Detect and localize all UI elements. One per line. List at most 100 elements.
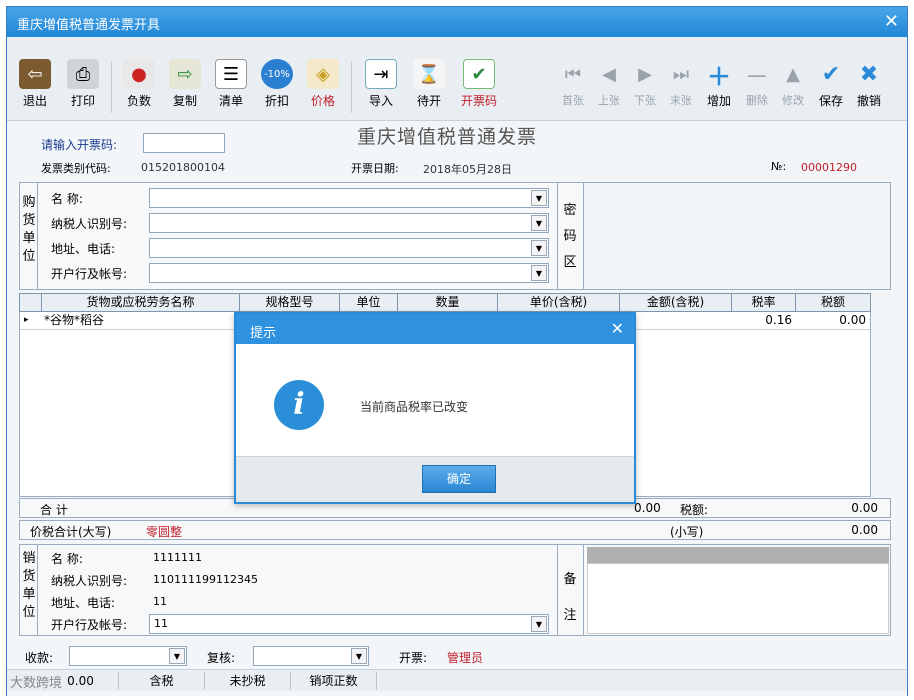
modify-button[interactable]: ▲ 修改: [773, 59, 813, 108]
payee-label: 收款:: [25, 651, 54, 665]
prev-page-icon: ◀: [602, 63, 616, 85]
next-page-icon: ▶: [638, 63, 652, 85]
invoice-heading: 重庆增值税普通发票: [357, 126, 538, 148]
qr-code-icon: ✔: [463, 59, 495, 89]
note-field[interactable]: [587, 563, 889, 634]
buyer-name-field[interactable]: ▼: [149, 188, 549, 208]
issue-code-button[interactable]: ✔ 开票码: [455, 59, 503, 109]
exit-button[interactable]: ⇦ 退出: [15, 59, 55, 109]
payee-select[interactable]: ▼: [69, 646, 187, 666]
dialog-title: 提示: [250, 326, 277, 341]
password-area-label: 密码区: [563, 203, 577, 270]
add-button[interactable]: ＋ 增加: [699, 59, 739, 109]
buyer-taxid-field[interactable]: ▼: [149, 213, 549, 233]
chevron-down-icon: ▼: [531, 215, 547, 231]
print-button[interactable]: ⎙ 打印: [63, 59, 103, 109]
seller-addr-value: 11: [153, 595, 167, 608]
close-icon[interactable]: ✕: [611, 319, 624, 338]
window-title: 重庆增值税普通发票开具: [17, 18, 161, 33]
copy-button[interactable]: ⇨ 复制: [165, 59, 205, 109]
triangle-icon: ▲: [786, 63, 800, 85]
date-value: 2018年05月28日: [423, 163, 512, 176]
pending-button[interactable]: ⌛ 待开: [409, 59, 449, 109]
info-dialog: 提示 ✕ i 当前商品税率已改变 确定: [234, 312, 636, 504]
price-tag-icon: ◈: [307, 59, 339, 89]
buyer-name-label: 名 称:: [51, 192, 83, 206]
goods-grid-header: 货物或应税劳务名称 规格型号 单位 数量 单价(含税) 金额(含税) 税率 税额: [19, 293, 871, 312]
dialog-message: 当前商品税率已改变: [360, 400, 469, 414]
discount-icon: -10%: [261, 59, 293, 89]
cross-icon: ✖: [859, 61, 879, 87]
plus-icon: ＋: [707, 62, 731, 91]
negative-invoice-icon: ●: [123, 59, 155, 89]
buyer-addr-field[interactable]: ▼: [149, 238, 549, 258]
note-header: [587, 547, 889, 563]
seller-name-label: 名 称:: [51, 552, 83, 566]
status-copy-tax: 未抄税: [205, 672, 291, 690]
seller-taxid-value: 110111199112345: [153, 573, 258, 586]
close-icon[interactable]: ✕: [884, 11, 899, 32]
import-icon: ⇥: [365, 59, 397, 89]
issue-code-input[interactable]: [143, 133, 225, 153]
type-code-label: 发票类别代码:: [41, 162, 111, 175]
door-icon: ⇦: [19, 59, 51, 89]
last-button[interactable]: ⏭ 末张: [661, 59, 701, 108]
seller-taxid-label: 纳税人识别号:: [51, 574, 128, 588]
list-icon: ☰: [215, 59, 247, 89]
seller-bank-field[interactable]: 11 ▼: [149, 614, 549, 634]
import-button[interactable]: ⇥ 导入: [361, 59, 401, 109]
note-label: 备注: [563, 572, 577, 623]
reviewer-select[interactable]: ▼: [253, 646, 369, 666]
buyer-vertical-label: 购货单位: [22, 195, 36, 264]
buyer-taxid-label: 纳税人识别号:: [51, 217, 128, 231]
no-value: 00001290: [801, 161, 857, 174]
in-words-label: 价税合计(大写): [30, 525, 112, 539]
minus-icon: －: [745, 62, 769, 91]
chevron-down-icon: ▼: [531, 616, 547, 632]
prev-button[interactable]: ◀ 上张: [589, 59, 629, 108]
info-icon: i: [274, 380, 324, 430]
chevron-down-icon: ▼: [531, 240, 547, 256]
status-bar: 0.00 含税 未抄税 销项正数: [7, 669, 907, 691]
copy-icon: ⇨: [169, 59, 201, 89]
next-button[interactable]: ▶ 下张: [625, 59, 665, 108]
title-bar: 重庆增值税普通发票开具 ✕: [7, 7, 907, 37]
ok-button[interactable]: 确定: [422, 465, 496, 493]
small-label: (小写): [670, 525, 704, 539]
list-button[interactable]: ☰ 清单: [211, 59, 251, 109]
cancel-button[interactable]: ✖ 撤销: [849, 59, 889, 109]
hourglass-icon: ⌛: [413, 59, 445, 89]
drawer-label: 开票:: [399, 651, 428, 665]
drawer-value: 管理员: [447, 651, 484, 665]
buyer-bank-label: 开户行及帐号:: [51, 267, 128, 281]
status-invoice-type: 销项正数: [291, 672, 377, 690]
chevron-down-icon: ▼: [531, 190, 547, 206]
negative-button[interactable]: ● 负数: [119, 59, 159, 109]
no-label: №:: [771, 160, 787, 173]
seller-bank-label: 开户行及帐号:: [51, 618, 128, 632]
chevron-down-icon: ▼: [531, 265, 547, 281]
first-button[interactable]: ⏮ 首张: [553, 59, 593, 108]
dialog-footer: 确定: [236, 456, 634, 502]
sum-tax-label: 税额:: [680, 503, 709, 517]
seller-addr-label: 地址、电话:: [51, 596, 116, 610]
type-code-value: 015201800104: [141, 161, 225, 174]
toolbar: ⇦ 退出 ⎙ 打印 ● 负数 ⇨ 复制 ☰ 清单 -10% 折扣 ◈ 价格 ⇥ …: [7, 37, 907, 121]
first-page-icon: ⏮: [564, 63, 582, 85]
save-button[interactable]: ✔ 保存: [811, 59, 851, 109]
discount-button[interactable]: -10% 折扣: [257, 59, 297, 109]
dialog-title-bar: 提示 ✕: [236, 314, 634, 344]
small-value: 0.00: [851, 523, 878, 537]
seller-name-value: 1111111: [153, 551, 202, 564]
code-prompt-label: 请输入开票码:: [41, 138, 118, 152]
last-page-icon: ⏭: [672, 63, 690, 85]
total-in-words-row: 价税合计(大写) 零圆整 (小写) 0.00: [19, 520, 891, 540]
printer-icon: ⎙: [67, 59, 99, 89]
price-button[interactable]: ◈ 价格: [303, 59, 343, 109]
in-words-value: 零圆整: [146, 525, 183, 539]
buyer-bank-field[interactable]: ▼: [149, 263, 549, 283]
seller-vertical-label: 销货单位: [22, 551, 36, 620]
date-label: 开票日期:: [351, 162, 399, 175]
delete-button[interactable]: － 删除: [737, 59, 777, 108]
chevron-down-icon: ▼: [169, 648, 185, 664]
